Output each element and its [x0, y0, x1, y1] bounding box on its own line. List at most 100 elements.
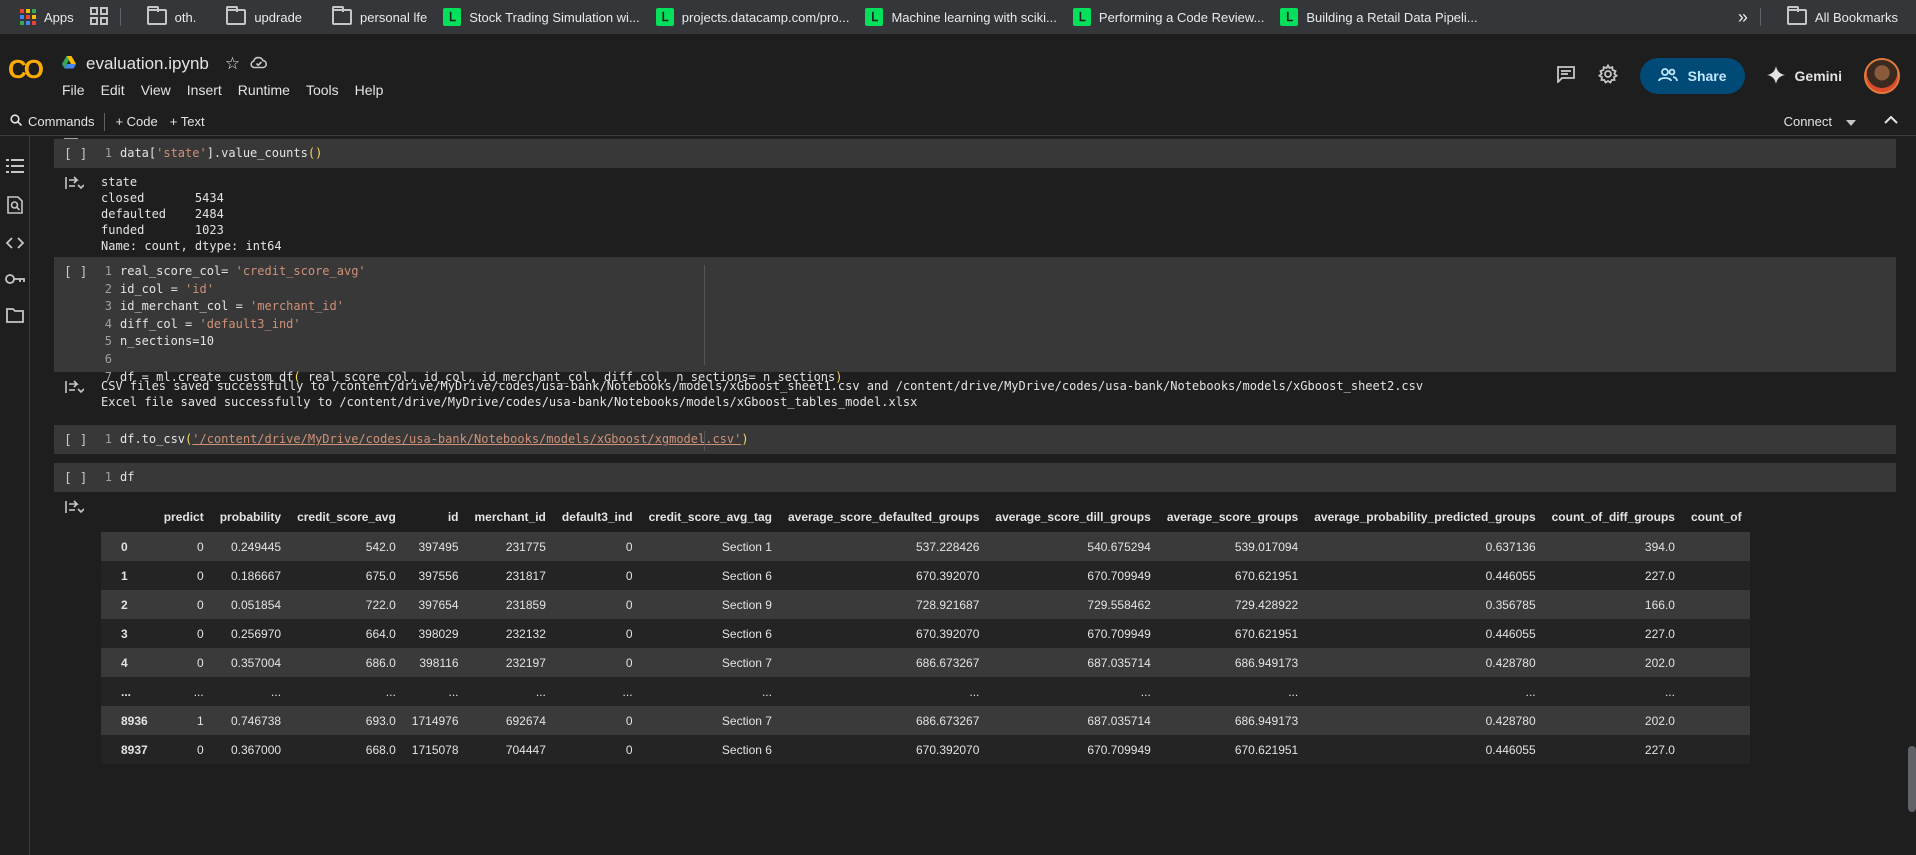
menu-runtime[interactable]: Runtime	[238, 82, 290, 98]
table-row: 8937 0 0.367000 668.0 1715078 704447 0 Section …	[101, 735, 1750, 764]
table-cell: 202.0	[1644, 655, 1675, 670]
row-index: 0	[121, 539, 128, 554]
bookmark-label: All Bookmarks	[1814, 9, 1898, 25]
table-body: 0 0 0.249445 542.0 397495 231775 0 Section 1 537…	[101, 532, 1750, 764]
connect-button[interactable]: Connect	[1784, 114, 1856, 129]
star-icon[interactable]: ☆	[225, 54, 240, 74]
table-cell: 670.621951	[1234, 742, 1299, 757]
commands-label: Commands	[28, 114, 95, 129]
code-token: data[	[120, 146, 157, 160]
cell-output: CSV files saved successfully to /content…	[54, 374, 1896, 414]
bookmark-code-review[interactable]: ᒪ Performing a Code Review...	[1065, 4, 1272, 30]
bookmark-folder-updrade[interactable]: updrade	[218, 4, 310, 30]
menu-help[interactable]: Help	[355, 82, 384, 98]
table-cell: 231859	[505, 597, 546, 612]
table-cell: Section 7	[721, 655, 772, 670]
table-row: 0 0 0.249445 542.0 397495 231775 0 Section 1 537…	[101, 532, 1750, 561]
collapse-chevron-up-icon[interactable]	[1884, 113, 1898, 128]
table-cell: 231775	[505, 539, 546, 554]
run-cell-button[interactable]: [ ]	[64, 265, 87, 280]
table-cell: 1	[197, 713, 204, 728]
code-token: ].value_counts	[206, 146, 308, 160]
add-code-button[interactable]: + Code	[105, 114, 167, 129]
table-cell: 686.949173	[1234, 713, 1299, 728]
code-cell[interactable]: [ ] 1 data['state'].value_counts()	[54, 139, 1896, 168]
cloud-sync-icon[interactable]	[250, 54, 268, 74]
code-editor[interactable]: 1 real_score_col= 'credit_score_avg' 2 id_c…	[98, 263, 843, 386]
menu-file[interactable]: File	[62, 82, 85, 98]
code-string: 'state'	[156, 146, 207, 160]
code-cell[interactable]: [ ] 1 df.to_csv('/content/drive/MyDrive/c…	[54, 425, 1896, 454]
output-actions-icon[interactable]	[64, 380, 85, 399]
column-header: id	[447, 510, 459, 524]
run-cell-button[interactable]: [ ]	[64, 433, 87, 448]
table-cell: ...	[535, 684, 546, 699]
all-bookmarks-button[interactable]: All Bookmarks	[1779, 4, 1906, 30]
menu-bar: File Edit View Insert Runtime Tools Help	[62, 82, 383, 98]
datacamp-icon: ᒪ	[443, 8, 462, 26]
bookmarks-divider	[1759, 8, 1761, 26]
column-header: average_score_dill_groups	[995, 510, 1151, 524]
run-cell-button[interactable]: [ ]	[64, 471, 87, 486]
table-cell: 1715078	[411, 742, 459, 757]
find-replace-icon[interactable]	[6, 196, 23, 219]
files-folder-icon[interactable]	[5, 307, 24, 328]
colab-logo[interactable]: CO	[8, 54, 44, 85]
code-editor[interactable]: 1 df	[98, 469, 135, 487]
table-cell: 686.0	[365, 655, 396, 670]
bookmark-apps[interactable]: Apps	[0, 4, 82, 30]
bookmark-folder-personal[interactable]: personal lfe	[324, 4, 435, 30]
table-cell: 692674	[505, 713, 546, 728]
output-line: Name: count, dtype: int64	[101, 239, 282, 253]
output-line: state	[101, 175, 138, 189]
table-cell: ...	[448, 684, 459, 699]
add-text-button[interactable]: + Text	[168, 114, 215, 129]
run-cell-button[interactable]: [ ]	[64, 147, 87, 162]
table-cell: 394.0	[1644, 539, 1675, 554]
code-editor[interactable]: 1 df.to_csv('/content/drive/MyDrive/codes…	[98, 431, 749, 449]
more-bookmarks-button[interactable]: »	[1730, 4, 1756, 30]
table-cell: 397556	[418, 568, 459, 583]
menu-insert[interactable]: Insert	[187, 82, 222, 98]
gemini-label: Gemini	[1794, 68, 1842, 84]
vertical-scrollbar-thumb[interactable]	[1908, 746, 1916, 812]
menu-edit[interactable]: Edit	[101, 82, 125, 98]
bookmark-machine-learning[interactable]: ᒪ Machine learning with sciki...	[857, 4, 1064, 30]
line-number: 4	[104, 316, 112, 331]
dropdown-arrow-icon[interactable]	[1846, 114, 1856, 129]
code-cell[interactable]: [ ] 1 real_score_col= 'credit_score_avg' 2…	[54, 257, 1896, 384]
table-cell: 686.949173	[1234, 655, 1299, 670]
code-editor[interactable]: 1 data['state'].value_counts()	[98, 145, 323, 163]
table-cell: 670.392070	[915, 742, 980, 757]
menu-tools[interactable]: Tools	[306, 82, 339, 98]
share-button[interactable]: Share	[1639, 58, 1745, 94]
output-actions-icon[interactable]	[64, 500, 85, 519]
account-avatar[interactable]	[1864, 58, 1900, 94]
comments-icon[interactable]	[1556, 65, 1576, 88]
bookmark-folder-oth[interactable]: oth.	[139, 4, 205, 30]
bookmark-label: Building a Retail Data Pipeli...	[1306, 9, 1478, 25]
settings-gear-icon[interactable]	[1597, 63, 1618, 89]
code-paren: ()	[307, 146, 323, 160]
bookmark-projects-datacamp[interactable]: ᒪ projects.datacamp.com/pro...	[648, 4, 858, 30]
bookmark-stock-trading[interactable]: ᒪ Stock Trading Simulation wi...	[435, 4, 648, 30]
people-icon	[1657, 67, 1678, 85]
table-cell: Section 6	[721, 742, 772, 757]
code-cell[interactable]: [ ] 1 df	[54, 463, 1896, 492]
tab-groups-button[interactable]	[82, 4, 116, 30]
code-snippets-icon[interactable]	[5, 236, 24, 255]
table-of-contents-icon[interactable]	[5, 158, 24, 179]
bookmark-retail-pipeline[interactable]: ᒪ Building a Retail Data Pipeli...	[1272, 4, 1485, 30]
secrets-key-icon[interactable]	[4, 272, 25, 290]
notebook-filename[interactable]: evaluation.ipynb	[86, 54, 209, 74]
output-actions-icon[interactable]	[64, 176, 85, 195]
table-row: 2 0 0.051854 722.0 397654 231859 0 Section 9 728…	[101, 590, 1750, 619]
commands-button[interactable]: Commands	[0, 114, 104, 129]
line-number: 2	[104, 281, 112, 296]
bookmark-label: personal lfe	[360, 9, 428, 25]
gemini-button[interactable]: Gemini	[1766, 65, 1842, 87]
table-cell	[1683, 706, 1750, 735]
menu-view[interactable]: View	[141, 82, 171, 98]
folder-icon	[332, 6, 353, 25]
table-cell: 670.709949	[1087, 742, 1151, 757]
